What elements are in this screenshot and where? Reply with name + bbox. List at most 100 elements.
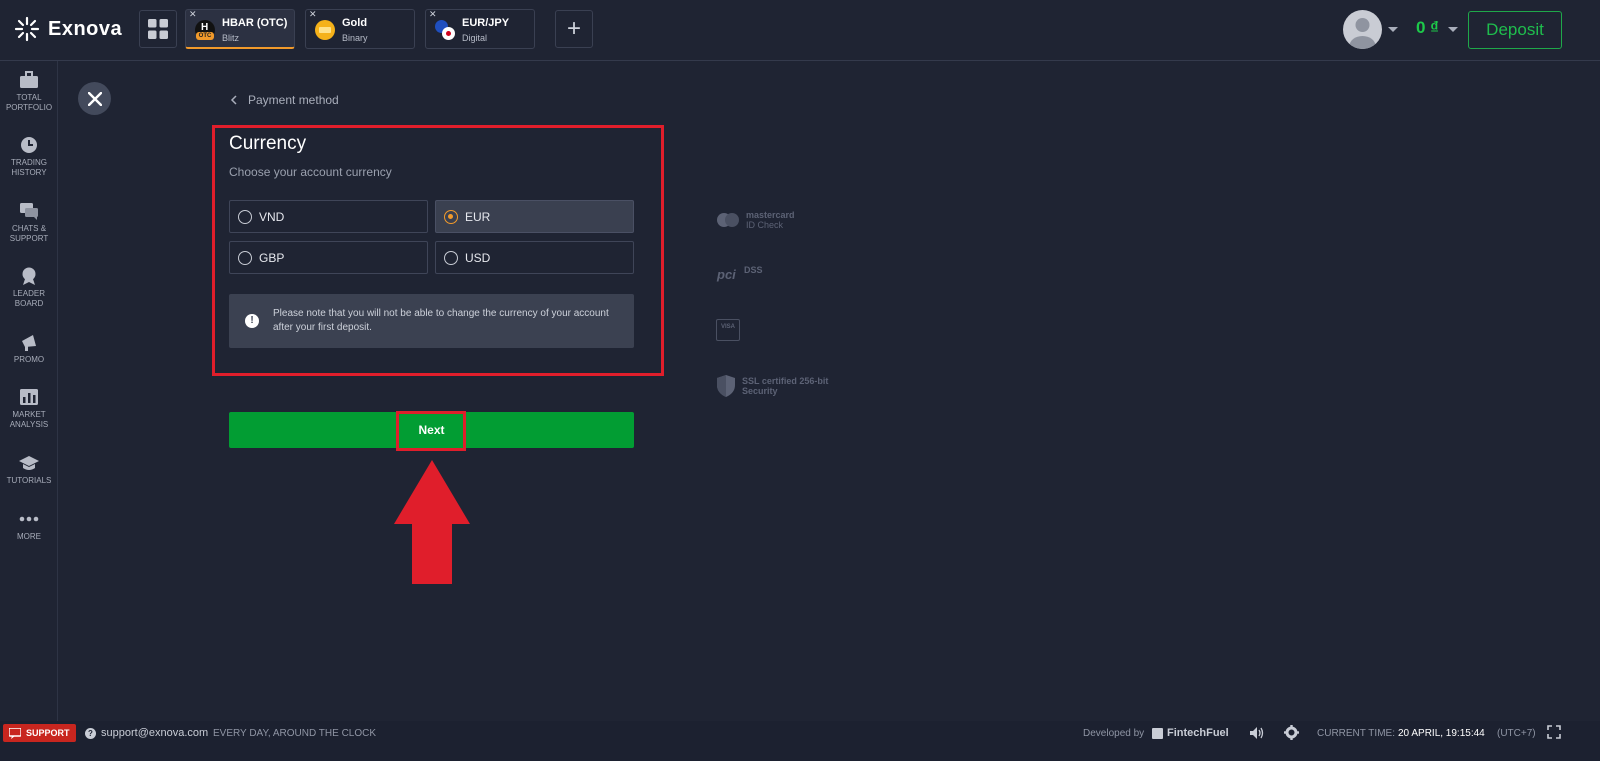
avatar[interactable] [1343, 10, 1382, 49]
radio-button[interactable] [444, 251, 458, 265]
chat-icon [20, 203, 38, 220]
graduation-cap-icon [19, 456, 39, 470]
sidebar-item-label: LEADER BOARD [12, 289, 45, 308]
note-text: Please note that you will not be able to… [273, 308, 609, 333]
close-tab-icon[interactable]: ✕ [309, 9, 317, 20]
sound-icon[interactable] [1249, 726, 1265, 740]
top-bar: Exnova ✕ H OTC HBAR (OTC) Blitz ✕ Gold B… [0, 0, 1600, 61]
currency-option-eur[interactable]: EUR [435, 200, 634, 233]
currency-label: VND [259, 210, 285, 224]
mastercard-icon [717, 213, 739, 227]
eur-jpy-flag-icon [435, 20, 455, 40]
close-tab-icon[interactable]: ✕ [429, 9, 437, 20]
support-label: SUPPORT [26, 728, 70, 738]
tab-name: Gold [342, 17, 368, 29]
currency-option-vnd[interactable]: VND [229, 200, 428, 233]
sidebar-item-more[interactable]: MORE [0, 510, 58, 542]
developer-name: FintechFuel [1167, 727, 1229, 739]
chevron-down-icon[interactable] [1448, 27, 1458, 32]
currency-warning-note: ! Please note that you will not be able … [229, 294, 634, 348]
sidebar-item-label: PROMO [13, 355, 45, 364]
mastercard-subtext: ID Check [746, 220, 784, 230]
sidebar-item-label: TRADING HISTORY [11, 158, 47, 177]
balance[interactable]: 0 ₫ [1416, 18, 1439, 38]
radio-button[interactable] [238, 210, 252, 224]
sidebar: TOTAL PORTFOLIO TRADING HISTORY CHATS & … [0, 61, 58, 721]
asset-tab-gold[interactable]: ✕ Gold Binary [305, 9, 415, 49]
close-tab-icon[interactable]: ✕ [189, 9, 197, 20]
sidebar-item-label: TUTORIALS [6, 476, 52, 485]
logo[interactable]: Exnova [14, 16, 122, 42]
ssl-subtext: Security [742, 386, 778, 396]
sidebar-item-label: CHATS & SUPPORT [9, 224, 49, 243]
deposit-button[interactable]: Deposit [1468, 11, 1562, 49]
sidebar-item-tutorials[interactable]: TUTORIALS [0, 454, 58, 486]
pci-logo-icon: pci [716, 267, 736, 282]
gear-icon[interactable] [1284, 725, 1299, 740]
sidebar-item-label: MARKET ANALYSIS [9, 410, 49, 429]
page-title: Currency [229, 133, 307, 154]
visa-badge: VISA [716, 319, 740, 341]
clock-icon [21, 137, 37, 153]
hbar-icon: H OTC [195, 20, 215, 40]
shield-icon [717, 375, 735, 397]
otc-badge: OTC [196, 32, 214, 40]
pci-text: DSS [744, 265, 763, 275]
back-link[interactable]: Payment method [230, 93, 339, 107]
asset-tab-eurjpy[interactable]: ✕ EUR/JPY Digital [425, 9, 535, 49]
support-email: support@exnova.com [101, 727, 209, 739]
tab-type: Blitz [222, 33, 240, 43]
tab-name: EUR/JPY [462, 17, 510, 29]
sidebar-item-chats[interactable]: CHATS & SUPPORT [0, 202, 58, 244]
close-button[interactable] [78, 82, 111, 115]
exclamation-icon: ! [245, 314, 259, 328]
ssl-text: SSL certified 256-bit [742, 376, 829, 386]
grid-icon [148, 19, 168, 39]
page-subtitle: Choose your account currency [229, 165, 392, 179]
current-time-label: CURRENT TIME: [1317, 728, 1395, 739]
mastercard-text: mastercard [746, 210, 795, 220]
footer: SUPPORT ? support@exnova.com EVERY DAY, … [0, 721, 1600, 761]
red-arrow-up-icon [394, 460, 470, 584]
sidebar-item-portfolio[interactable]: TOTAL PORTFOLIO [0, 71, 58, 113]
sidebar-item-market-analysis[interactable]: MARKET ANALYSIS [0, 388, 58, 430]
developer-logo[interactable]: FintechFuel [1152, 727, 1229, 739]
currency-label: GBP [259, 251, 285, 265]
sidebar-item-trading-history[interactable]: TRADING HISTORY [0, 136, 58, 178]
support-button[interactable]: SUPPORT [3, 724, 76, 742]
sidebar-item-label: MORE [17, 532, 41, 541]
visa-logo: VISA [716, 319, 740, 341]
current-time-value: 20 APRIL, 19:15:44 [1398, 728, 1485, 739]
sidebar-item-promo[interactable]: PROMO [0, 333, 58, 365]
close-icon [87, 91, 102, 106]
radio-button[interactable] [444, 210, 458, 224]
sidebar-item-leaderboard[interactable]: LEADER BOARD [0, 267, 58, 309]
exnova-logo-icon [14, 16, 40, 42]
back-link-label: Payment method [248, 93, 339, 107]
support-hours: EVERY DAY, AROUND THE CLOCK [213, 728, 377, 739]
medal-icon [22, 267, 36, 285]
briefcase-icon [20, 71, 38, 88]
svg-text:pci: pci [716, 267, 736, 282]
add-asset-button[interactable]: + [555, 10, 593, 48]
next-highlight-box [396, 411, 466, 451]
currency-option-gbp[interactable]: GBP [229, 241, 428, 274]
support-email-link[interactable]: ? support@exnova.com [85, 727, 208, 739]
chart-icon [20, 389, 38, 405]
asset-grid-button[interactable] [139, 10, 177, 48]
developed-by-label: Developed by [1083, 728, 1145, 739]
tab-name: HBAR (OTC) [222, 17, 288, 29]
sidebar-item-label: TOTAL PORTFOLIO [5, 93, 53, 112]
fullscreen-icon[interactable] [1547, 725, 1561, 739]
radio-button[interactable] [238, 251, 252, 265]
currency-option-usd[interactable]: USD [435, 241, 634, 274]
brand-name: Exnova [48, 17, 123, 40]
pci-dss-badge: pci DSS [716, 265, 763, 283]
mastercard-badge: mastercard ID Check [716, 210, 795, 230]
user-silhouette-icon [1349, 18, 1376, 49]
asset-tab-hbar[interactable]: ✕ H OTC HBAR (OTC) Blitz [185, 9, 295, 49]
timezone: (UTC+7) [1497, 728, 1536, 739]
currency-label: EUR [465, 210, 491, 224]
chevron-down-icon[interactable] [1388, 27, 1398, 32]
fintechfuel-logo-icon [1152, 727, 1163, 739]
